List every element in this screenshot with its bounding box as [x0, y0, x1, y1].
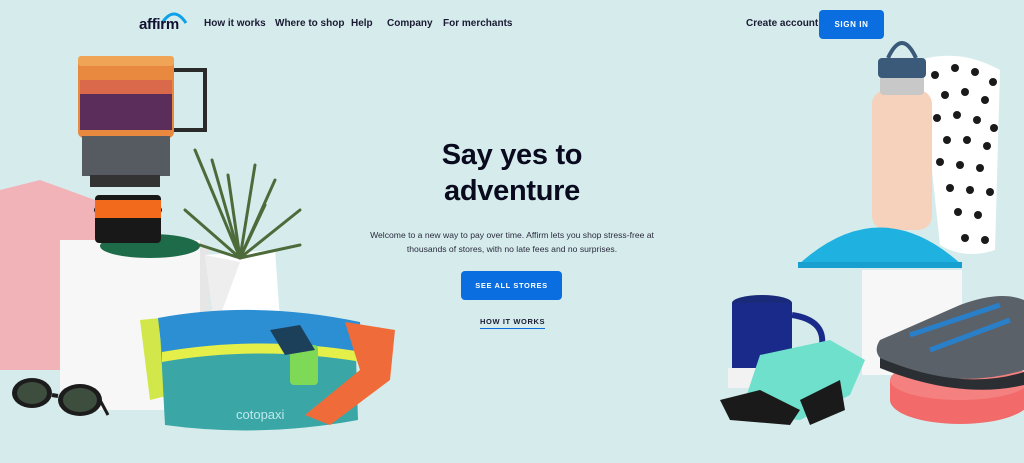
nav-link-where-to-shop[interactable]: Where to shop: [275, 18, 344, 29]
svg-text:cotopaxi: cotopaxi: [236, 407, 285, 422]
nav-link-how-it-works[interactable]: How it works: [204, 18, 266, 29]
white-block-shape: [862, 270, 962, 375]
affirm-logo[interactable]: affirm: [139, 9, 189, 35]
camp-stove-icon: [78, 56, 207, 243]
nav-link-company[interactable]: Company: [387, 18, 433, 29]
hero-title: Say yes to adventure: [362, 137, 662, 209]
sunglasses-icon: [12, 378, 110, 416]
polka-dot-panel-shape: [920, 55, 1000, 254]
blue-dome-shape: [798, 227, 962, 265]
see-all-stores-button[interactable]: SEE ALL STORES: [461, 271, 562, 300]
hero-subtitle: Welcome to a new way to pay over time. A…: [352, 228, 672, 256]
hero-title-line-1: Say yes to: [441, 139, 583, 171]
water-bottle-icon: [872, 41, 932, 230]
hero-title-line-2: adventure: [444, 175, 580, 207]
coral-disc-shape: [890, 376, 1024, 424]
create-account-link[interactable]: Create account: [746, 18, 818, 29]
pink-block-shape: [0, 180, 95, 370]
cycling-shoe-icon: [876, 296, 1024, 390]
top-navigation: affirm How it works Where to shop Help C…: [0, 0, 1024, 48]
nav-link-for-merchants[interactable]: For merchants: [443, 18, 512, 29]
sign-in-button[interactable]: SIGN IN: [819, 10, 884, 39]
white-cube-shape: [60, 240, 210, 410]
hero-subtitle-line-2: thousands of stores, with no late fees a…: [406, 244, 618, 254]
plant-icon: [183, 148, 302, 260]
fanny-pack-icon: cotopaxi: [140, 309, 395, 431]
nav-link-help[interactable]: Help: [351, 18, 373, 29]
coaster-shape: [100, 234, 200, 258]
cycling-gloves-icon: [720, 340, 865, 425]
hero-subtitle-line-1: Welcome to a new way to pay over time. A…: [370, 230, 654, 240]
plant-pedestal-shape: [205, 250, 280, 330]
enamel-mug-icon: [728, 295, 826, 388]
how-it-works-link[interactable]: HOW IT WORKS: [480, 317, 546, 329]
logo-wordmark: affirm: [139, 16, 179, 33]
